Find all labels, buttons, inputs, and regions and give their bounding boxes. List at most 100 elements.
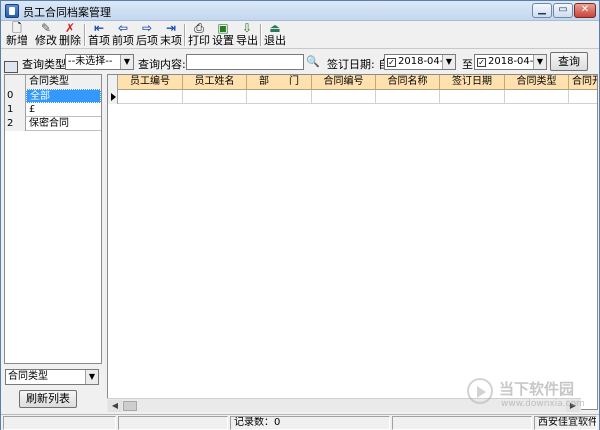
status-bar: 记录数：0 西安佳宜软件	[1, 414, 599, 430]
date-to-checkbox[interactable]: ✓	[477, 58, 486, 67]
contract-records-grid: 员工编号 员工姓名 部 门 合同编号 合同名称 签订日期 合同类型 合同开	[107, 74, 598, 410]
title-bar: 员工合同档案管理 ▁ ▭ ✕	[1, 1, 599, 21]
scroll-left-icon[interactable]: ◀	[108, 400, 122, 412]
row-value[interactable]: 全部	[26, 89, 101, 103]
chevron-down-icon[interactable]: ▼	[85, 370, 98, 384]
row-index: 0	[5, 89, 26, 103]
export-button[interactable]: ⇩ 导出	[235, 22, 259, 48]
current-row-indicator	[108, 90, 118, 104]
table-cell[interactable]	[312, 90, 376, 104]
first-button-label: 首项	[88, 34, 110, 47]
chevron-down-icon[interactable]: ▼	[533, 55, 546, 69]
company-name: 西安佳宜软件	[534, 416, 597, 430]
status-pane	[118, 416, 228, 430]
export-button-label: 导出	[236, 34, 258, 47]
prev-button[interactable]: ⇦ 前项	[111, 22, 135, 48]
settings-button[interactable]: ▣ 设置	[211, 22, 235, 48]
row-index: 1	[5, 103, 26, 117]
query-content-label: 查询内容:	[138, 58, 186, 71]
close-button[interactable]: ✕	[574, 3, 596, 18]
toolbar: 🗋 新增 ✎ 修改 ✗ 删除 ⇤ 首项 ⇦ 前项 ⇨ 后项 ⇥ 末项 ⎙ 打印 …	[1, 21, 599, 49]
watermark: 当下软件园 www.downxia.com	[467, 378, 587, 414]
print-button-label: 打印	[188, 34, 210, 47]
toolbar-separator	[260, 24, 262, 46]
grid-header-row: 员工编号 员工姓名 部 门 合同编号 合同名称 签订日期 合同类型 合同开	[108, 75, 597, 90]
date-to-picker[interactable]: ✓ 2018-04-13 ▼	[474, 54, 547, 70]
table-cell[interactable]	[376, 90, 440, 104]
watermark-brand: 当下软件园	[499, 380, 575, 398]
table-cell[interactable]	[247, 90, 312, 104]
query-type-select[interactable]: --未选择-- ▼	[65, 54, 134, 70]
watermark-url: www.downxia.com	[501, 399, 585, 409]
search-row: 查询类型: --未选择-- ▼ 查询内容: 🔍 签订日期: 自 ✓ 2018-04…	[1, 51, 599, 73]
column-header[interactable]: 合同名称	[376, 75, 440, 90]
contract-type-header[interactable]: 合同类型	[26, 75, 101, 89]
table-cell[interactable]	[183, 90, 247, 104]
query-button[interactable]: 查询	[550, 52, 588, 71]
watermark-logo-icon	[467, 378, 493, 404]
column-header[interactable]: 员工姓名	[183, 75, 247, 90]
grid-corner-icon	[4, 61, 18, 73]
status-pane	[3, 416, 116, 430]
sign-date-label: 签订日期: 自	[327, 58, 390, 71]
contract-type-filter-value: 合同类型	[8, 371, 48, 382]
query-content-input[interactable]	[186, 54, 304, 70]
table-cell[interactable]	[440, 90, 505, 104]
last-button-label: 末项	[160, 34, 182, 47]
date-from-picker[interactable]: ✓ 2018-04-01 ▼	[384, 54, 456, 70]
table-row[interactable]: 2 保密合同	[5, 117, 101, 131]
next-button-label: 后项	[136, 34, 158, 47]
app-window: 员工合同档案管理 ▁ ▭ ✕ 🗋 新增 ✎ 修改 ✗ 删除 ⇤ 首项 ⇦ 前项 …	[0, 0, 600, 430]
table-row[interactable]: 1 £	[5, 103, 101, 117]
window-title: 员工合同档案管理	[23, 6, 111, 19]
date-from-checkbox[interactable]: ✓	[387, 58, 396, 67]
scroll-thumb[interactable]	[123, 401, 137, 411]
row-value[interactable]: 保密合同	[26, 117, 101, 131]
first-button[interactable]: ⇤ 首项	[87, 22, 111, 48]
delete-button[interactable]: ✗ 删除	[58, 22, 82, 48]
chevron-down-icon[interactable]: ▼	[442, 55, 455, 69]
toolbar-separator	[84, 24, 86, 46]
edit-button[interactable]: ✎ 修改	[34, 22, 58, 48]
column-header[interactable]: 签订日期	[440, 75, 505, 90]
row-pointer-icon	[111, 93, 116, 101]
table-row[interactable]: 0 全部	[5, 89, 101, 103]
table-cell[interactable]	[118, 90, 183, 104]
contract-type-grid: 合同类型 0 全部 1 £ 2 保密合同	[4, 74, 102, 364]
column-header[interactable]: 部 门	[247, 75, 312, 90]
search-icon[interactable]: 🔍	[306, 55, 322, 69]
record-count: 记录数：0	[230, 416, 390, 430]
print-button[interactable]: ⎙ 打印	[187, 22, 211, 48]
chevron-down-icon[interactable]: ▼	[120, 55, 133, 69]
table-row[interactable]	[108, 90, 597, 104]
table-cell[interactable]	[569, 90, 597, 104]
table-cell[interactable]	[505, 90, 569, 104]
exit-button-label: 退出	[264, 34, 286, 47]
next-button[interactable]: ⇨ 后项	[135, 22, 159, 48]
status-pane	[392, 416, 532, 430]
date-to-label: 至	[462, 58, 473, 71]
query-type-value: --未选择--	[68, 56, 113, 67]
delete-button-label: 删除	[59, 34, 81, 47]
row-index: 2	[5, 117, 26, 131]
settings-button-label: 设置	[212, 34, 234, 47]
maximize-button[interactable]: ▭	[553, 3, 573, 18]
column-header[interactable]: 合同编号	[312, 75, 376, 90]
toolbar-separator	[184, 24, 186, 46]
exit-button[interactable]: ⏏ 退出	[263, 22, 287, 48]
refresh-list-button[interactable]: 刷新列表	[19, 390, 77, 408]
last-button[interactable]: ⇥ 末项	[159, 22, 183, 48]
prev-button-label: 前项	[112, 34, 134, 47]
column-header[interactable]: 合同类型	[505, 75, 569, 90]
minimize-button[interactable]: ▁	[532, 3, 552, 18]
app-icon	[5, 4, 19, 18]
new-button[interactable]: 🗋 新增	[5, 22, 29, 48]
row-value[interactable]: £	[26, 103, 101, 117]
grid-header-row: 合同类型	[5, 75, 101, 89]
column-header[interactable]: 合同开	[569, 75, 597, 90]
edit-button-label: 修改	[35, 34, 57, 47]
new-button-label: 新增	[6, 34, 28, 47]
column-header[interactable]: 员工编号	[118, 75, 183, 90]
query-type-label: 查询类型:	[22, 58, 70, 71]
contract-type-filter-select[interactable]: 合同类型 ▼	[5, 369, 99, 385]
